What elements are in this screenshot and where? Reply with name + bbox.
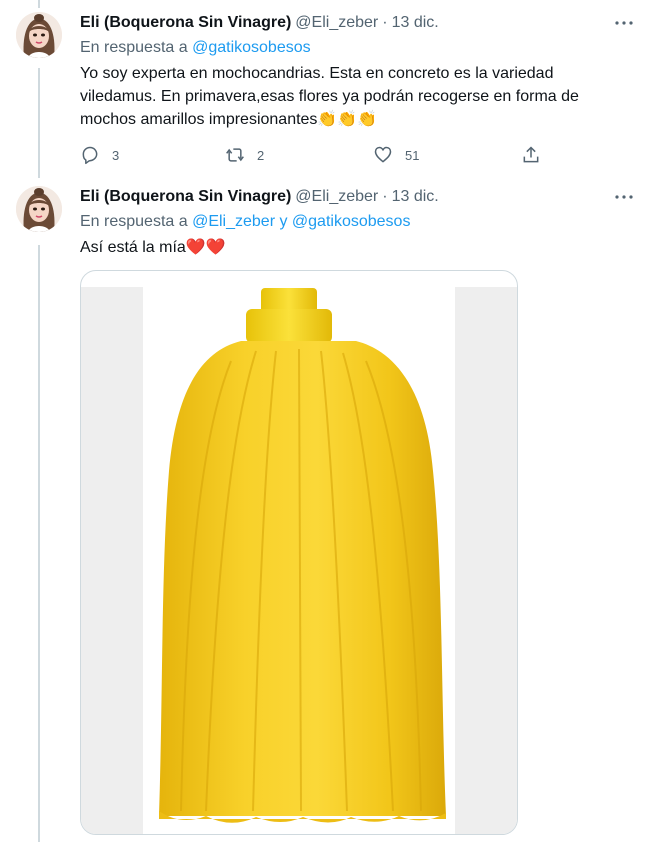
tweet-text-content: Así está la mía <box>80 239 186 256</box>
tweet-text-line: Yo soy experta en mochocandrias. Esta en… <box>80 65 554 82</box>
reply-icon <box>82 146 98 165</box>
retweet-button[interactable]: 2 <box>225 145 373 165</box>
yellow-mop-head-icon <box>159 288 446 823</box>
reply-prefix: En respuesta a <box>80 39 193 56</box>
reply-count: 3 <box>112 147 120 163</box>
timestamp[interactable]: 13 dic. <box>392 14 439 32</box>
separator: · <box>382 14 388 31</box>
tweet-header: Eli (Boquerona Sin Vinagre) @Eli_zeber ·… <box>80 12 635 34</box>
more-options-button[interactable] <box>613 12 635 34</box>
heart-icon <box>374 146 392 163</box>
tweet-text: Yo soy experta en mochocandrias. Esta en… <box>80 62 635 131</box>
more-options-button[interactable] <box>613 186 635 208</box>
reply-mentions[interactable]: @Eli_zeber y @gatikosobesos <box>192 213 410 230</box>
mop-image[interactable] <box>81 271 517 834</box>
share-icon <box>523 146 539 163</box>
tweet-actions: 3 2 51 <box>80 143 635 167</box>
tweet-text-line: viledamus. En primavera,esas flores ya p… <box>80 88 579 105</box>
like-count: 51 <box>405 147 420 163</box>
tweet-text: Así está la mía❤️❤️ <box>80 236 635 259</box>
heart-emojis: ❤️❤️ <box>185 239 226 256</box>
more-icon <box>615 21 633 25</box>
reply-prefix: En respuesta a <box>80 213 193 230</box>
author-handle[interactable]: @Eli_zeber <box>295 14 378 32</box>
share-button[interactable] <box>521 145 541 165</box>
author-handle[interactable]: @Eli_zeber <box>295 188 378 206</box>
tweet-media[interactable] <box>80 270 518 835</box>
like-button[interactable]: 51 <box>373 145 521 165</box>
thread-line-top <box>38 0 40 8</box>
more-icon <box>615 195 633 199</box>
tweet-header: Eli (Boquerona Sin Vinagre) @Eli_zeber ·… <box>80 186 635 208</box>
retweet-icon <box>226 148 244 162</box>
avatar[interactable] <box>16 12 62 58</box>
reply-context: En respuesta a @Eli_zeber y @gatikosobes… <box>80 211 635 233</box>
reply-button[interactable]: 3 <box>80 145 225 165</box>
author-name[interactable]: Eli (Boquerona Sin Vinagre) <box>80 188 291 206</box>
avatar[interactable] <box>16 186 62 232</box>
tweet-text-line: mochos amarillos impresionantes👏👏👏 <box>80 111 378 128</box>
author-name[interactable]: Eli (Boquerona Sin Vinagre) <box>80 14 291 32</box>
reply-context: En respuesta a @gatikosobesos <box>80 37 635 59</box>
retweet-count: 2 <box>257 147 265 163</box>
reply-mention[interactable]: @gatikosobesos <box>192 39 311 56</box>
separator: · <box>382 188 388 205</box>
thread-line-middle <box>38 68 40 178</box>
thread-line-bottom <box>38 245 40 842</box>
timestamp[interactable]: 13 dic. <box>392 188 439 206</box>
